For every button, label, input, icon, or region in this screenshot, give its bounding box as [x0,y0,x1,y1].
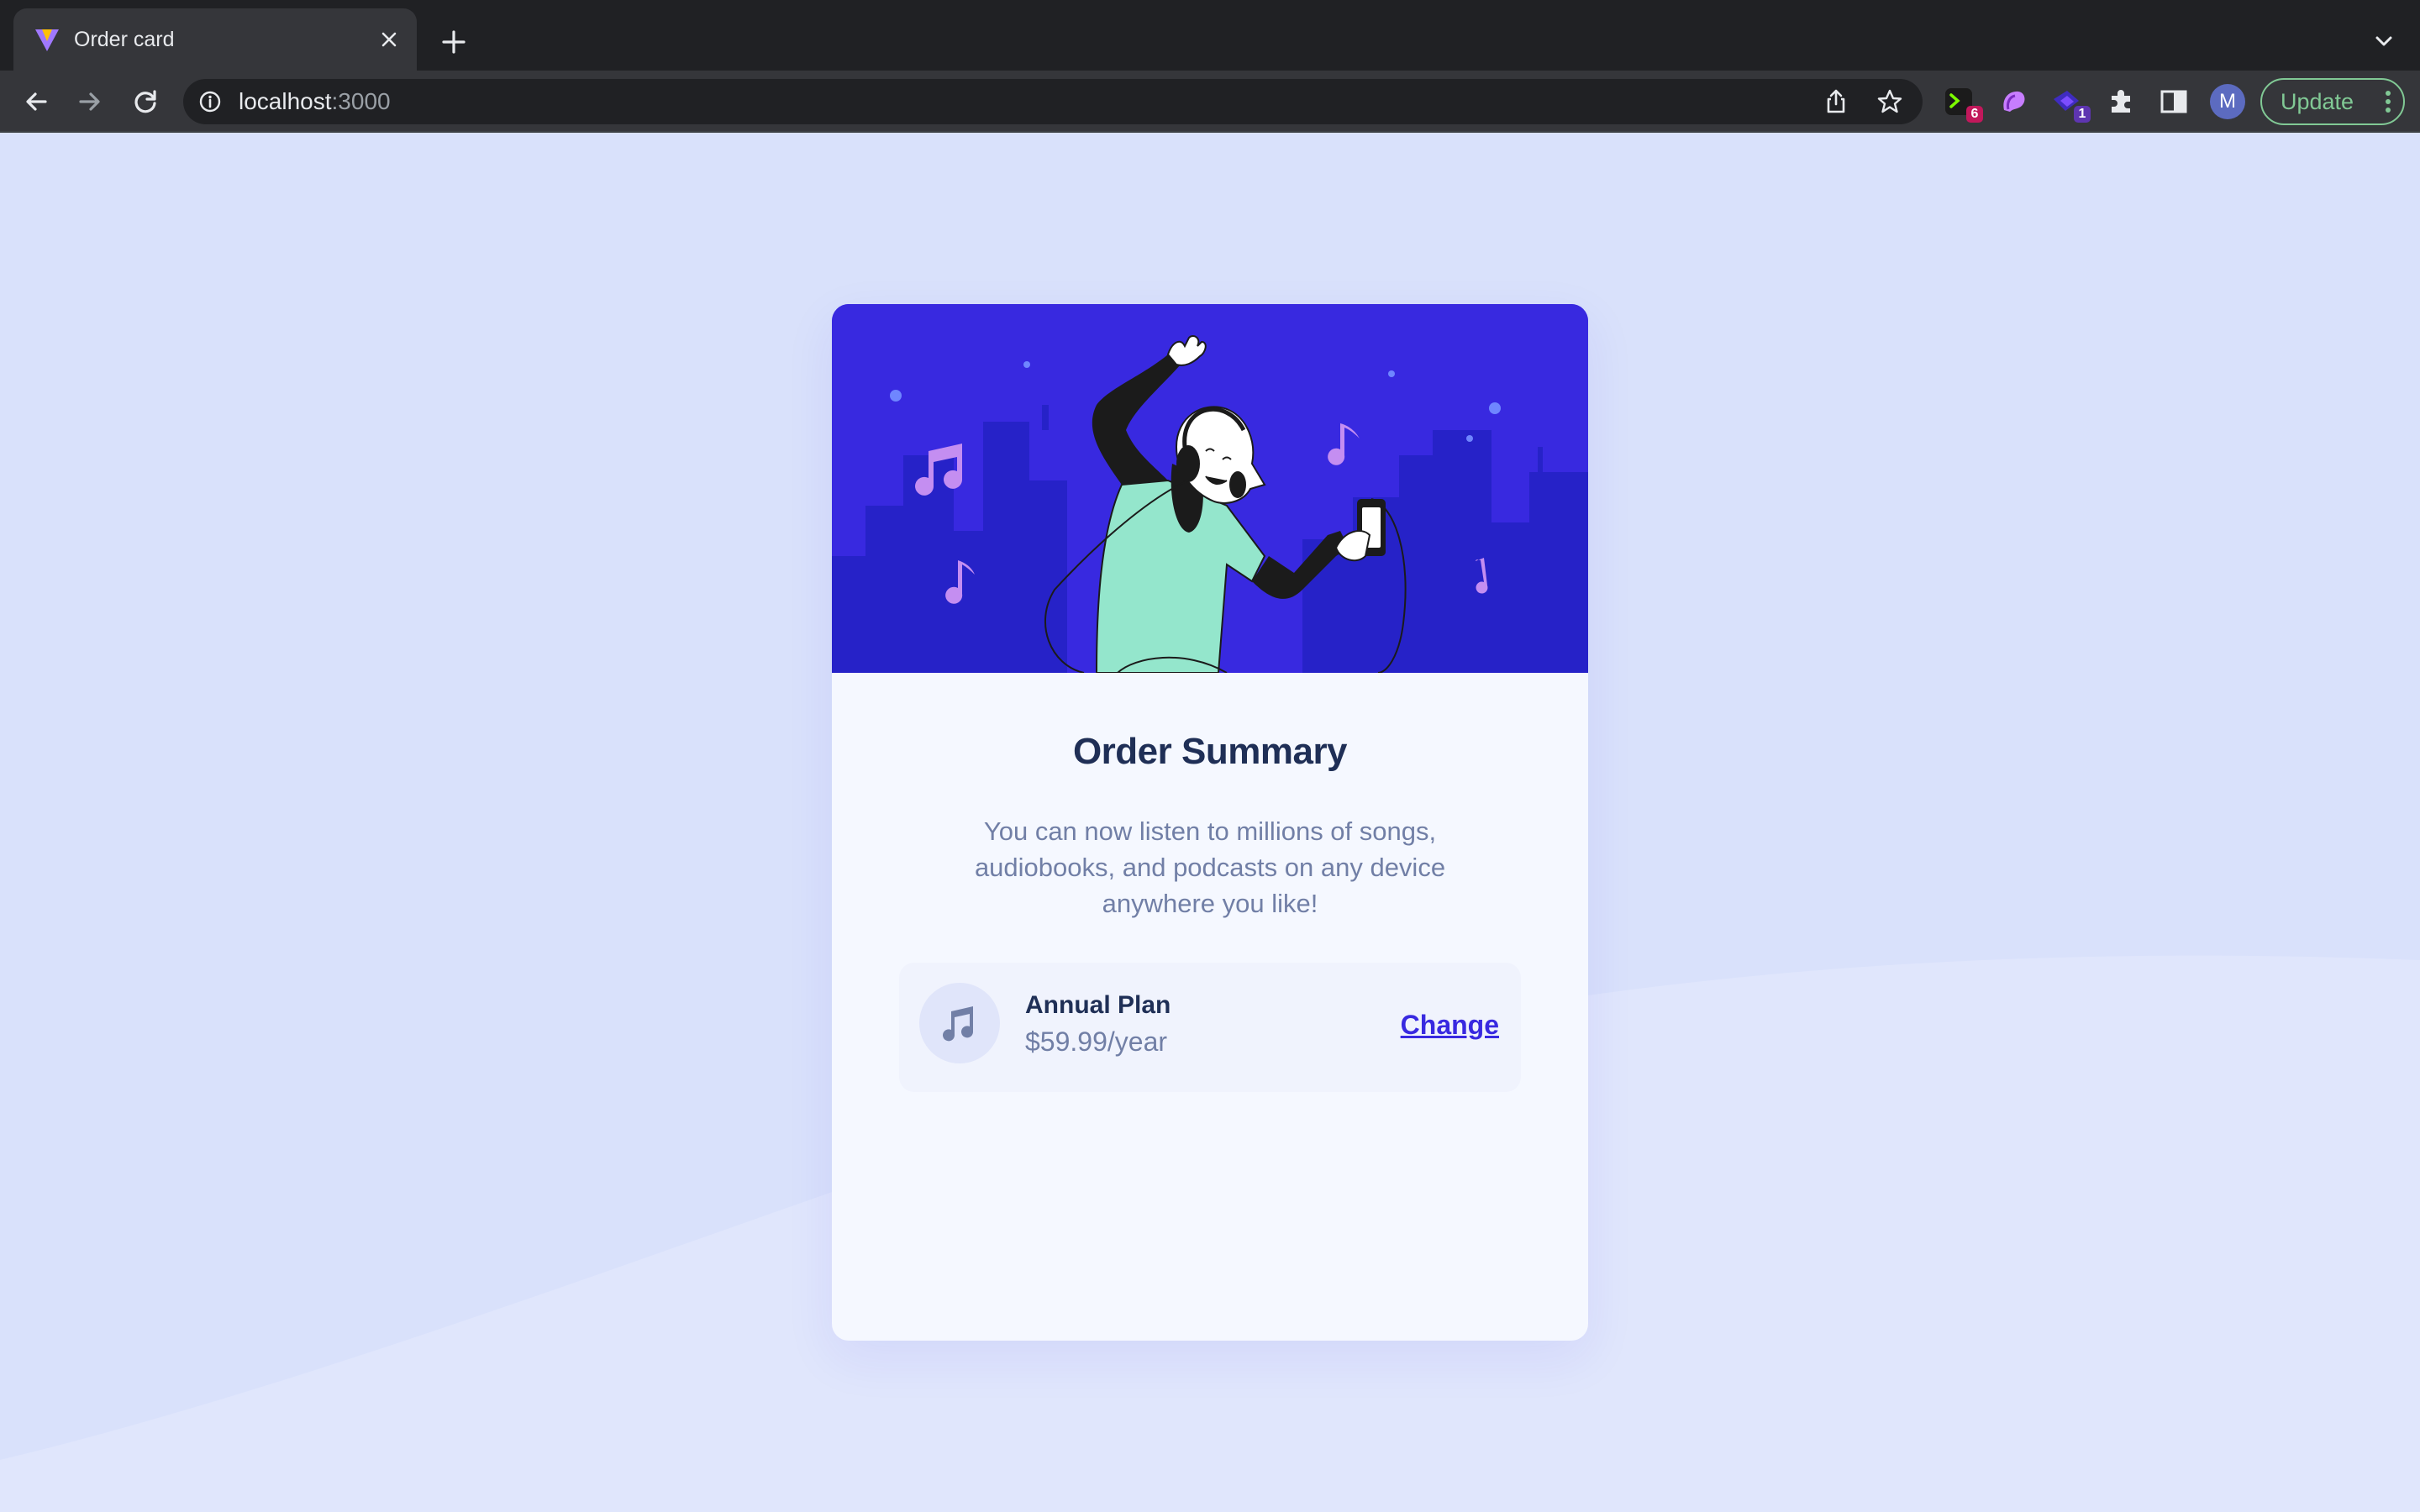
profile-avatar[interactable]: M [2210,84,2245,119]
hero-illustration [832,304,1588,673]
extension-badge: 1 [2074,106,2091,123]
close-tab-icon[interactable] [375,25,403,54]
plan-price: $59.99/year [1025,1026,1168,1057]
paint-extension-icon[interactable] [1996,84,2032,119]
side-panel-icon[interactable] [2156,84,2191,119]
plan-summary: Annual Plan $59.99/year Change [899,963,1521,1092]
change-plan-link[interactable]: Change [1401,1010,1499,1041]
card-description: You can now listen to millions of songs,… [974,816,1446,918]
more-vertical-icon [2386,91,2391,113]
vite-favicon-icon [35,29,59,51]
browser-toolbar: localhost:3000 6 1 M Update [0,71,2420,133]
tab-title: Order card [74,28,175,51]
back-arrow-icon[interactable] [18,84,54,119]
share-icon[interactable] [1822,87,1850,116]
update-label: Update [2281,89,2354,114]
new-tab-icon[interactable] [437,25,471,59]
url-text: localhost:3000 [239,87,391,117]
purple-extension-icon[interactable]: 1 [2050,84,2091,123]
terminal-extension-icon[interactable]: 6 [1943,84,1983,123]
bookmark-star-icon[interactable] [1876,87,1904,116]
plan-icon-circle [919,983,1000,1063]
music-note-icon [943,1006,974,1042]
forward-arrow-icon[interactable] [72,84,108,119]
reload-icon[interactable] [128,84,163,119]
address-bar[interactable]: localhost:3000 [183,79,1923,124]
order-summary-card: Order Summary You can now listen to mill… [832,304,1588,1341]
browser-tab-strip: Order card [0,0,2420,71]
site-info-icon[interactable] [198,90,222,113]
plan-name: Annual Plan [1025,991,1171,1019]
page-viewport: Order Summary You can now listen to mill… [0,133,2420,1512]
card-title: Order Summary [1072,731,1348,772]
update-button[interactable]: Update [2260,78,2405,125]
url-port: :3000 [331,88,391,114]
extension-badge: 6 [1966,106,1983,123]
url-host: localhost [239,88,332,114]
chevron-down-icon[interactable] [2371,29,2396,54]
browser-tab[interactable]: Order card [13,8,417,71]
puzzle-extensions-icon[interactable] [2104,84,2139,119]
